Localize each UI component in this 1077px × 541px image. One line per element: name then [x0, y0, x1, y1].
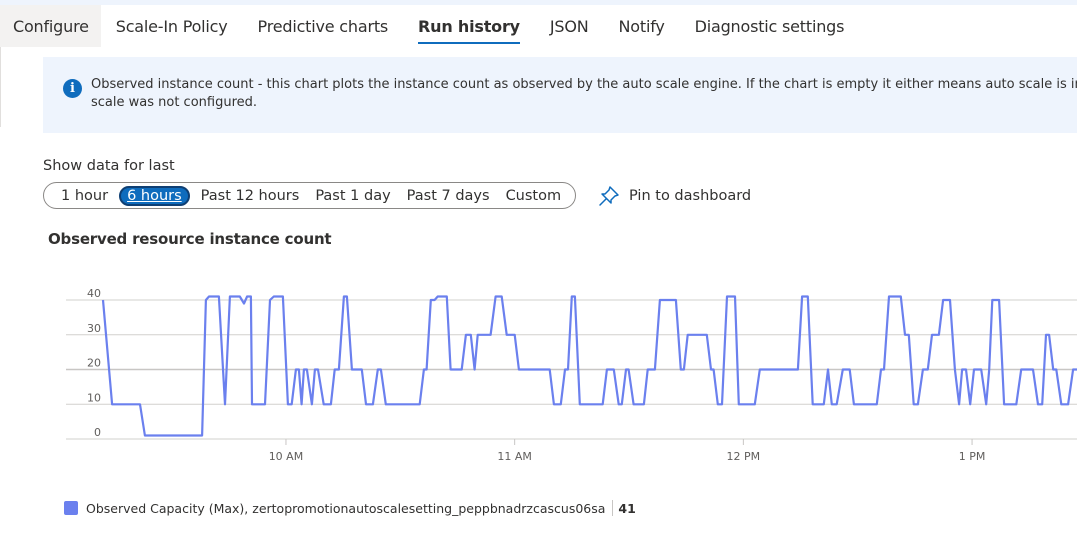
pin-label: Pin to dashboard [629, 188, 752, 204]
x-tick-label: 12 PM [727, 450, 761, 463]
tab-run-history[interactable]: Run history [403, 5, 535, 47]
tab-scale-in-policy[interactable]: Scale-In Policy [101, 5, 243, 47]
chart-title: Observed resource instance count [48, 230, 332, 248]
y-tick-label: 30 [87, 322, 101, 335]
left-divider [0, 47, 4, 127]
tab-diagnostic-settings[interactable]: Diagnostic settings [680, 5, 860, 47]
y-tick-label: 40 [87, 287, 101, 300]
x-tick-label: 1 PM [959, 450, 986, 463]
time-range-selector: 1 hour 6 hours Past 12 hours Past 1 day … [43, 182, 576, 209]
time-range-past-12-hours[interactable]: Past 12 hours [193, 186, 308, 206]
info-text: Observed instance count - this chart plo… [91, 76, 1077, 112]
legend-swatch [64, 501, 78, 515]
time-range-past-7-days[interactable]: Past 7 days [399, 186, 498, 206]
y-tick-label: 0 [94, 426, 101, 439]
time-range-label: Show data for last [43, 158, 175, 174]
y-tick-label: 20 [87, 357, 101, 370]
legend-separator [612, 500, 614, 516]
y-tick-label: 10 [87, 391, 101, 404]
info-icon: i [63, 79, 82, 98]
x-tick-label: 10 AM [269, 450, 304, 463]
info-banner: i Observed instance count - this chart p… [43, 57, 1077, 133]
pin-to-dashboard-button[interactable]: Pin to dashboard [598, 184, 751, 208]
pin-icon [599, 186, 619, 206]
line-chart: 0 10 20 30 40 10 AM 11 AM 12 PM 1 PM [66, 287, 1077, 463]
tab-predictive-charts[interactable]: Predictive charts [243, 5, 403, 47]
info-text-line2: scale was not configured. [91, 95, 258, 110]
tab-bar: Configure Scale-In Policy Predictive cha… [0, 5, 859, 47]
tab-notify[interactable]: Notify [604, 5, 680, 47]
info-text-line1: Observed instance count - this chart plo… [91, 77, 1077, 92]
tab-configure[interactable]: Configure [0, 5, 101, 47]
tab-json[interactable]: JSON [535, 5, 604, 47]
x-tick-label: 11 AM [497, 450, 532, 463]
time-range-custom[interactable]: Custom [498, 186, 570, 206]
series-line [101, 295, 1077, 437]
time-range-past-1-day[interactable]: Past 1 day [307, 186, 398, 206]
legend-value: 41 [618, 500, 636, 516]
chart-legend[interactable]: Observed Capacity (Max), zertopromotiona… [64, 500, 636, 516]
time-range-1-hour[interactable]: 1 hour [53, 186, 116, 206]
time-range-6-hours[interactable]: 6 hours [119, 185, 190, 206]
legend-label: Observed Capacity (Max), zertopromotiona… [86, 500, 606, 516]
